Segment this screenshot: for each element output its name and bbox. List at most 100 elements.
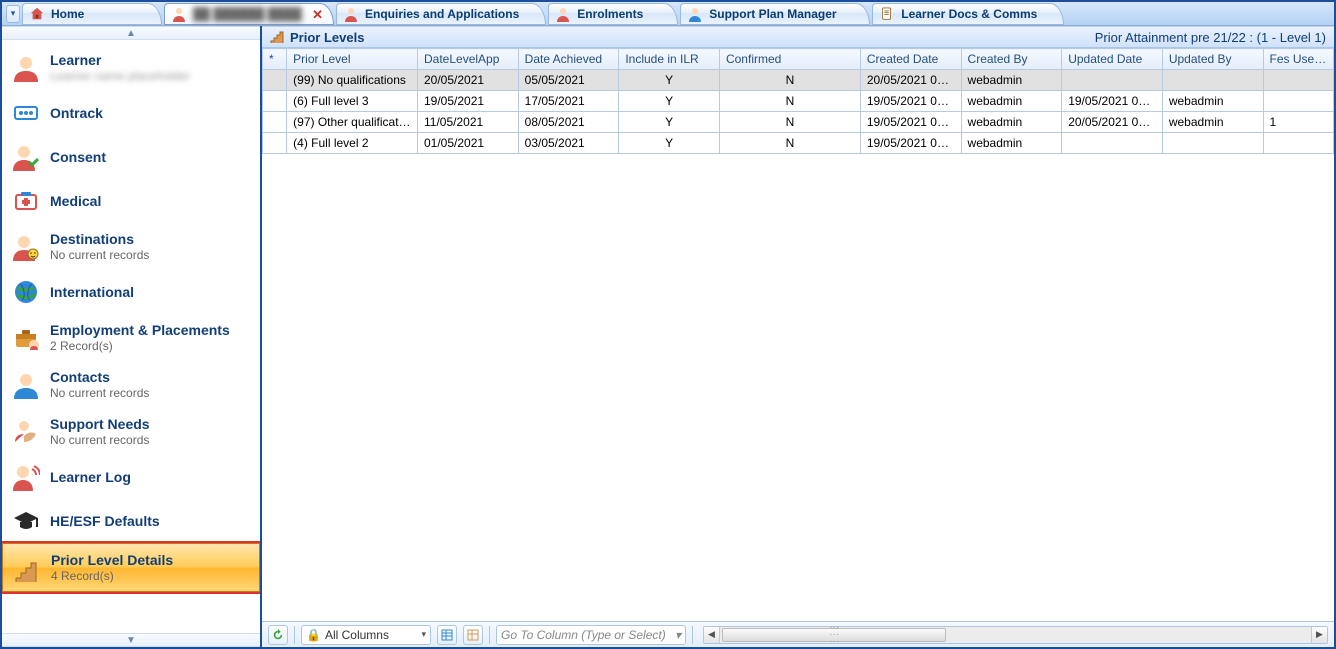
sidebar-scroll-down[interactable]: ▼ (2, 633, 260, 647)
table-cell[interactable] (263, 112, 287, 133)
sidebar-item-consent[interactable]: Consent (2, 135, 260, 179)
table-cell[interactable]: 20/05/2021 (418, 70, 519, 91)
sidebar-item-label: Employment & Placements (50, 322, 230, 338)
col-fes-user-1[interactable]: Fes User 1 (1263, 49, 1334, 70)
col-created-date[interactable]: Created Date (860, 49, 961, 70)
sidebar-item-prior-level[interactable]: Prior Level Details 4 Record(s) (2, 543, 260, 592)
table-cell[interactable]: webadmin (961, 91, 1062, 112)
table-cell[interactable]: webadmin (1162, 91, 1263, 112)
table-cell[interactable]: 19/05/2021 06:... (1062, 91, 1163, 112)
tab-home[interactable]: Home (22, 3, 162, 25)
sidebar-item-destinations[interactable]: Destinations No current records (2, 223, 260, 270)
sidebar-item-employment[interactable]: Employment & Placements 2 Record(s) (2, 314, 260, 361)
sidebar-item-subtitle: No current records (50, 248, 149, 262)
table-cell[interactable] (263, 70, 287, 91)
grid-view-button[interactable] (437, 625, 457, 645)
top-tabbar: ▾ Home ██ ██████ ████ ✕ Enquiries and Ap… (2, 2, 1334, 26)
table-cell[interactable] (1062, 133, 1163, 154)
tab-enrolments[interactable]: Enrolments (548, 3, 678, 25)
col-updated-by[interactable]: Updated By (1162, 49, 1263, 70)
table-cell[interactable]: 20/05/2021 02:... (1062, 112, 1163, 133)
table-cell[interactable]: (99) No qualifications (287, 70, 418, 91)
sidebar-item-label: Learner (50, 52, 190, 68)
table-cell[interactable]: 19/05/2021 03:... (860, 91, 961, 112)
sidebar-item-label: Medical (50, 193, 101, 209)
bottom-toolbar: 🔒 All Columns ▾ Go To Column (Type or Se… (262, 621, 1334, 647)
table-cell[interactable]: (4) Full level 2 (287, 133, 418, 154)
sidebar-item-learner[interactable]: Learner Learner name placeholder (2, 44, 260, 91)
table-cell[interactable]: Y (619, 112, 720, 133)
sidebar-item-ontrack[interactable]: Ontrack (2, 91, 260, 135)
table-cell[interactable]: webadmin (1162, 112, 1263, 133)
table-cell[interactable] (1162, 70, 1263, 91)
col-date-level-app[interactable]: DateLevelApp (418, 49, 519, 70)
scrollbar-thumb[interactable] (722, 628, 946, 642)
col-handle[interactable]: * (263, 49, 287, 70)
table-cell[interactable]: 05/05/2021 (518, 70, 619, 91)
table-cell[interactable] (263, 91, 287, 112)
table-cell[interactable]: 08/05/2021 (518, 112, 619, 133)
sidebar-item-contacts[interactable]: Contacts No current records (2, 361, 260, 408)
table-row[interactable]: (4) Full level 201/05/202103/05/2021YN19… (263, 133, 1334, 154)
horizontal-scrollbar[interactable]: ◀ ▶ (703, 626, 1328, 644)
table-cell[interactable]: 01/05/2021 (418, 133, 519, 154)
sidebar-item-support-needs[interactable]: Support Needs No current records (2, 408, 260, 455)
tab-enquiries[interactable]: Enquiries and Applications (336, 3, 546, 25)
refresh-button[interactable] (268, 625, 288, 645)
table-cell[interactable] (1062, 70, 1163, 91)
table-cell[interactable]: 17/05/2021 (518, 91, 619, 112)
table-row[interactable]: (6) Full level 319/05/202117/05/2021YN19… (263, 91, 1334, 112)
sidebar-item-medical[interactable]: Medical (2, 179, 260, 223)
table-cell[interactable]: Y (619, 133, 720, 154)
sidebar-item-heesf[interactable]: HE/ESF Defaults (2, 499, 260, 543)
sidebar-item-label: Support Needs (50, 416, 150, 432)
table-cell[interactable] (263, 133, 287, 154)
col-prior-level[interactable]: Prior Level (287, 49, 418, 70)
column-filter-select[interactable]: 🔒 All Columns ▾ (301, 625, 431, 645)
table-cell[interactable]: webadmin (961, 112, 1062, 133)
table-cell[interactable]: webadmin (961, 133, 1062, 154)
table-cell[interactable]: N (719, 112, 860, 133)
table-row[interactable]: (97) Other qualificati...11/05/202108/05… (263, 112, 1334, 133)
table-cell[interactable] (1263, 133, 1334, 154)
table-cell[interactable]: 11/05/2021 (418, 112, 519, 133)
table-cell[interactable] (1263, 91, 1334, 112)
tab-docs-comms[interactable]: Learner Docs & Comms (872, 3, 1064, 25)
tab-learner-active[interactable]: ██ ██████ ████ ✕ (164, 3, 334, 25)
sidebar-scroll-up[interactable]: ▲ (2, 26, 260, 40)
scroll-right-button[interactable]: ▶ (1311, 627, 1327, 643)
sidebar-item-label: HE/ESF Defaults (50, 513, 160, 529)
table-cell[interactable]: (6) Full level 3 (287, 91, 418, 112)
table-cell[interactable]: N (719, 70, 860, 91)
table-cell[interactable]: 19/05/2021 07:... (860, 112, 961, 133)
col-include-ilr[interactable]: Include in ILR (619, 49, 720, 70)
table-cell[interactable]: 20/05/2021 08:... (860, 70, 961, 91)
tabbar-menu-button[interactable]: ▾ (6, 5, 20, 23)
table-cell[interactable]: (97) Other qualificati... (287, 112, 418, 133)
tab-support-plan[interactable]: Support Plan Manager (680, 3, 870, 25)
table-cell[interactable]: N (719, 133, 860, 154)
table-cell[interactable]: Y (619, 91, 720, 112)
sidebar-item-international[interactable]: International (2, 270, 260, 314)
sidebar-item-learner-log[interactable]: Learner Log (2, 455, 260, 499)
goto-column-select[interactable]: Go To Column (Type or Select) ▾ (496, 625, 686, 645)
table-cell[interactable] (1162, 133, 1263, 154)
grid-settings-button[interactable] (463, 625, 483, 645)
table-cell[interactable]: N (719, 91, 860, 112)
table-cell[interactable] (1263, 70, 1334, 91)
table-cell[interactable]: webadmin (961, 70, 1062, 91)
col-updated-date[interactable]: Updated Date (1062, 49, 1163, 70)
col-confirmed[interactable]: Confirmed (719, 49, 860, 70)
filter-label: All Columns (325, 628, 389, 642)
col-created-by[interactable]: Created By (961, 49, 1062, 70)
table-cell[interactable]: 03/05/2021 (518, 133, 619, 154)
scroll-left-button[interactable]: ◀ (704, 627, 720, 643)
table-cell[interactable]: 1 (1263, 112, 1334, 133)
grid-header: * Prior Level DateLevelApp Date Achieved… (263, 49, 1334, 70)
table-row[interactable]: (99) No qualifications20/05/202105/05/20… (263, 70, 1334, 91)
close-icon[interactable]: ✕ (312, 7, 323, 23)
table-cell[interactable]: Y (619, 70, 720, 91)
table-cell[interactable]: 19/05/2021 (418, 91, 519, 112)
table-cell[interactable]: 19/05/2021 07:... (860, 133, 961, 154)
col-date-achieved[interactable]: Date Achieved (518, 49, 619, 70)
